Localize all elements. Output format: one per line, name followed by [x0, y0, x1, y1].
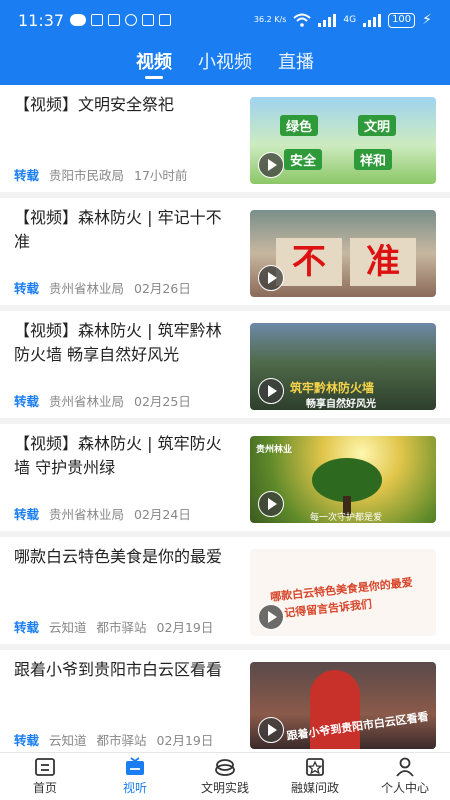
tab-short-video[interactable]: 小视频 [198, 40, 252, 85]
header: 11:37 36.2 K/s 4G 100 ⚡ 视频 小视频 直播 [0, 0, 450, 85]
tab-media-inquiry[interactable]: 融媒问政 [270, 753, 360, 800]
thumb-label: 绿色 [280, 115, 319, 136]
item-source-2: 都市驿站 [96, 620, 147, 635]
tab-label: 首页 [32, 781, 57, 795]
play-icon[interactable] [258, 265, 284, 291]
wifi-icon [293, 13, 312, 27]
video-list: 【视频】文明安全祭祀 转载 贵阳市民政局 17小时前 绿色 文明 安全 祥和 【… [0, 85, 450, 752]
item-meta: 转载 云知道 都市驿站 02月19日 [14, 617, 213, 636]
home-icon [35, 758, 55, 776]
item-source: 云知道 [49, 620, 87, 635]
play-icon[interactable] [258, 378, 284, 404]
network-type: 4G [343, 15, 357, 25]
wechat-icon [70, 14, 87, 26]
signal-icon-2 [363, 14, 382, 27]
thumb-label: 准 [350, 238, 416, 286]
tab-label: 个人中心 [380, 781, 429, 795]
tab-home[interactable]: 首页 [0, 753, 90, 800]
item-time: 02月19日 [156, 620, 214, 635]
item-time: 17小时前 [134, 168, 188, 183]
item-time: 02月24日 [134, 507, 191, 522]
signal-icon [318, 14, 337, 27]
thumb-label: 筑牢黔林防火墙 [290, 381, 375, 395]
tab-civilization-practice[interactable]: 文明实践 [180, 753, 270, 800]
play-icon[interactable] [258, 152, 284, 178]
person-icon [396, 757, 414, 777]
item-source: 云知道 [49, 733, 87, 748]
alarm-icon [125, 14, 138, 26]
item-meta: 转载 贵州省林业局 02月24日 [14, 504, 191, 523]
item-meta: 转载 贵阳市民政局 17小时前 [14, 165, 187, 184]
thumb-label: 不 [276, 238, 342, 286]
item-source-2: 都市驿站 [96, 733, 147, 748]
item-meta: 转载 贵州省林业局 02月25日 [14, 391, 191, 410]
list-item[interactable]: 【视频】森林防火 | 筑牢防火墙 守护贵州绿 转载 贵州省林业局 02月24日 … [0, 424, 450, 531]
item-meta: 转载 贵州省林业局 02月26日 [14, 278, 191, 297]
vibrate-icon [159, 14, 172, 26]
item-source: 贵州省林业局 [49, 507, 125, 522]
tab-label: 融媒问政 [290, 781, 339, 795]
item-title: 哪款白云特色美食是你的最爱 [14, 547, 223, 566]
thumb-label: 祥和 [354, 149, 393, 170]
status-time: 11:37 [18, 10, 65, 30]
thumb-label: 畅享自然好风光 [306, 399, 376, 410]
tab-live[interactable]: 直播 [278, 40, 314, 85]
item-time: 02月19日 [156, 733, 214, 748]
tab-label: 视听 [122, 781, 147, 795]
item-source: 贵州省林业局 [49, 281, 125, 296]
bluetooth-icon [142, 14, 155, 26]
item-meta: 转载 云知道 都市驿站 02月19日 [14, 730, 213, 749]
video-thumbnail[interactable]: 贵州林业 每一次守护都是爱 [250, 436, 436, 523]
thumb-label: 文明 [358, 115, 397, 136]
repost-tag: 转载 [14, 507, 40, 522]
thumb-label: 贵州林业 [256, 445, 293, 455]
repost-tag: 转载 [14, 394, 40, 409]
status-bar: 11:37 36.2 K/s 4G 100 ⚡ [0, 0, 450, 40]
repost-tag: 转载 [14, 281, 40, 296]
play-icon[interactable] [258, 604, 284, 630]
video-thumbnail[interactable]: 不 准 [250, 210, 436, 297]
thumb-label: 每一次守护都是爱 [310, 513, 383, 523]
tv-icon [126, 757, 144, 775]
video-thumbnail[interactable]: 跟着小爷到贵阳市白云区看看 [250, 662, 436, 749]
item-title: 【视频】森林防火 | 筑牢防火墙 守护贵州绿 [14, 434, 222, 477]
play-icon[interactable] [258, 491, 284, 517]
video-thumbnail[interactable]: 筑牢黔林防火墙 畅享自然好风光 [250, 323, 436, 410]
net-speed: 36.2 K/s [253, 15, 287, 24]
play-icon[interactable] [258, 717, 284, 743]
item-title: 【视频】森林防火 | 筑牢黔林防火墙 畅享自然好风光 [14, 321, 222, 364]
tab-audiovisual[interactable]: 视听 [90, 753, 180, 800]
tab-label: 文明实践 [200, 781, 249, 795]
item-title: 【视频】森林防火 | 牢记十不准 [14, 208, 222, 251]
item-source: 贵州省林业局 [49, 394, 125, 409]
tab-video[interactable]: 视频 [136, 40, 172, 85]
item-source: 贵阳市民政局 [49, 168, 125, 183]
tab-profile[interactable]: 个人中心 [360, 753, 450, 800]
list-item[interactable]: 【视频】森林防火 | 牢记十不准 转载 贵州省林业局 02月26日 不 准 [0, 198, 450, 305]
thumb-label: 安全 [284, 149, 323, 170]
charging-icon: ⚡ [422, 12, 432, 28]
list-item[interactable]: 跟着小爷到贵阳市白云区看看 转载 云知道 都市驿站 02月19日 跟着小爷到贵阳… [0, 650, 450, 752]
top-tabs: 视频 小视频 直播 [0, 40, 450, 85]
repost-tag: 转载 [14, 168, 40, 183]
video-thumbnail[interactable]: 绿色 文明 安全 祥和 [250, 97, 436, 184]
battery-icon: 100 [388, 12, 416, 28]
video-thumbnail[interactable]: 哪款白云特色美食是你的最爱 记得留言告诉我们 [250, 549, 436, 636]
repost-tag: 转载 [14, 733, 40, 748]
list-item[interactable]: 【视频】文明安全祭祀 转载 贵阳市民政局 17小时前 绿色 文明 安全 祥和 [0, 85, 450, 192]
repost-tag: 转载 [14, 620, 40, 635]
item-title: 【视频】文明安全祭祀 [14, 95, 175, 114]
list-item[interactable]: 哪款白云特色美食是你的最爱 转载 云知道 都市驿站 02月19日 哪款白云特色美… [0, 537, 450, 644]
nfc-icon [91, 14, 104, 26]
star-icon [306, 758, 324, 776]
nfc-icon-2 [108, 14, 121, 26]
item-time: 02月26日 [134, 281, 191, 296]
practice-icon [215, 759, 235, 776]
list-item[interactable]: 【视频】森林防火 | 筑牢黔林防火墙 畅享自然好风光 转载 贵州省林业局 02月… [0, 311, 450, 418]
item-title: 跟着小爷到贵阳市白云区看看 [14, 660, 223, 679]
bottom-tab-bar: 首页 视听 文明实践 融媒问政 个人中心 [0, 752, 450, 800]
item-time: 02月25日 [134, 394, 191, 409]
